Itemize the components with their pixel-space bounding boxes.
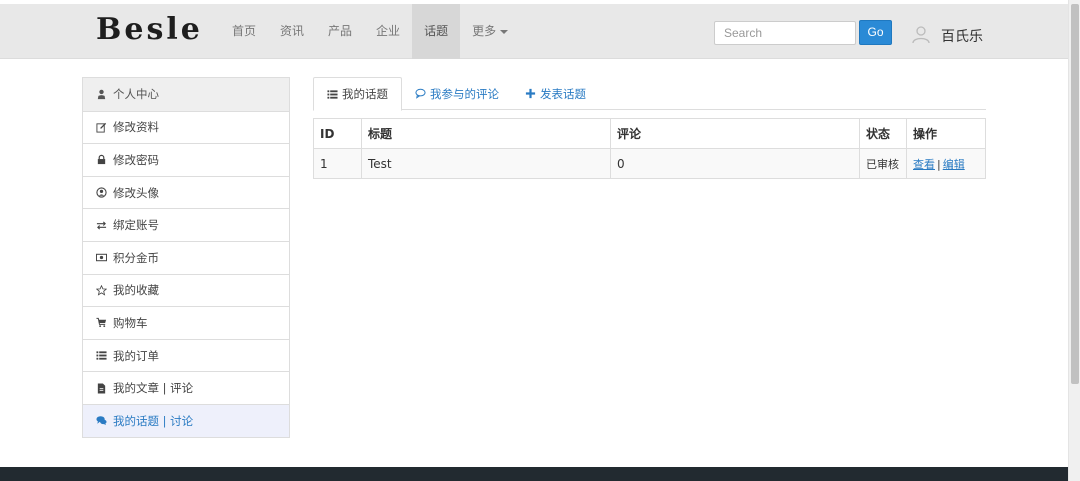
list-icon	[96, 350, 107, 361]
brand-logo[interactable]: Besle	[96, 12, 203, 47]
sidebar-item-edit-profile[interactable]: 修改资料	[83, 110, 289, 144]
nav-item-news[interactable]: 资讯	[268, 4, 316, 59]
sidebar-item-label: 购物车	[113, 315, 148, 330]
nav-item-more-label: 更多	[472, 24, 497, 38]
sidebar-item-bind-account[interactable]: 绑定账号	[83, 208, 289, 241]
edit-icon	[96, 122, 107, 133]
navbar: Besle 首页 资讯 产品 企业 话题 更多 Go 百氏乐	[0, 4, 1068, 59]
sidebar-item-topics[interactable]: 我的话题 | 讨论	[83, 403, 289, 437]
cell-id: 1	[313, 148, 362, 179]
sidebar-item-articles[interactable]: 我的文章 | 评论	[83, 371, 289, 404]
sidebar-item-label: 修改资料	[113, 120, 159, 135]
column-header-actions: 操作	[906, 118, 986, 149]
lock-icon	[96, 154, 107, 165]
sidebar-item-points[interactable]: 积分金币	[83, 240, 289, 274]
action-separator: |	[937, 157, 941, 171]
topic-tabs: 我的话题 我参与的评论 发表话题	[313, 77, 986, 111]
footer	[0, 467, 1068, 481]
tab-my-topics[interactable]: 我的话题	[313, 77, 402, 111]
table-header-row: ID 标题 评论 状态 操作	[313, 118, 986, 149]
main-nav: 首页 资讯 产品 企业 话题 更多	[220, 4, 520, 59]
list-icon	[327, 89, 338, 100]
sidebar-item-label: 我的文章 | 评论	[113, 381, 194, 396]
sidebar: 个人中心 修改资料 修改密码 修改头像 绑定账号 积分金币 我的收藏 购物车 我…	[82, 77, 290, 438]
nav-item-home[interactable]: 首页	[220, 4, 268, 59]
user-avatar-icon[interactable]	[911, 24, 931, 44]
scrollbar-thumb[interactable]	[1071, 4, 1079, 384]
column-header-status: 状态	[859, 118, 907, 149]
nav-item-enterprise[interactable]: 企业	[364, 4, 412, 59]
nav-item-more[interactable]: 更多	[460, 4, 520, 59]
tab-post-topic[interactable]: 发表话题	[512, 77, 599, 110]
sidebar-item-label: 个人中心	[113, 87, 159, 102]
sidebar-item-change-avatar[interactable]: 修改头像	[83, 175, 289, 209]
user-circle-icon	[96, 187, 107, 198]
cart-icon	[96, 317, 107, 328]
sidebar-item-label: 修改头像	[113, 185, 159, 200]
search-input[interactable]	[714, 21, 856, 45]
sidebar-item-label: 修改密码	[113, 152, 159, 167]
sidebar-item-label: 绑定账号	[113, 218, 159, 233]
sidebar-item-cart[interactable]: 购物车	[83, 306, 289, 339]
money-icon	[96, 252, 107, 263]
cell-title: Test	[361, 148, 611, 179]
sidebar-item-orders[interactable]: 我的订单	[83, 338, 289, 372]
exchange-icon	[96, 220, 107, 231]
plus-icon	[525, 88, 536, 99]
topics-table: ID 标题 评论 状态 操作 1 Test 0 已审核 查看 | 编辑	[313, 118, 986, 179]
sidebar-item-user-center: 个人中心	[83, 78, 289, 111]
comment-icon	[415, 88, 426, 99]
tab-label: 我的话题	[342, 87, 388, 101]
cell-actions: 查看 | 编辑	[906, 148, 986, 179]
user-name[interactable]: 百氏乐	[941, 26, 983, 46]
file-icon	[96, 383, 107, 394]
column-header-title: 标题	[361, 118, 611, 149]
sidebar-item-label: 我的话题 | 讨论	[113, 413, 194, 428]
comments-icon	[96, 415, 107, 426]
sidebar-item-label: 积分金币	[113, 250, 159, 265]
sidebar-item-label: 我的收藏	[113, 283, 159, 298]
table-row: 1 Test 0 已审核 查看 | 编辑	[313, 148, 986, 179]
edit-link[interactable]: 编辑	[943, 158, 965, 171]
sidebar-item-favorites[interactable]: 我的收藏	[83, 273, 289, 307]
cell-status: 已审核	[859, 148, 907, 179]
nav-item-topics[interactable]: 话题	[412, 4, 461, 59]
star-icon	[96, 284, 107, 296]
sidebar-item-change-password[interactable]: 修改密码	[83, 143, 289, 176]
view-link[interactable]: 查看	[913, 158, 935, 171]
nav-item-products[interactable]: 产品	[316, 4, 364, 59]
tab-label: 我参与的评论	[430, 86, 499, 101]
user-icon	[96, 89, 107, 100]
tab-label: 发表话题	[540, 86, 586, 101]
cell-comments: 0	[610, 148, 860, 179]
search-go-button[interactable]: Go	[859, 20, 892, 45]
caret-down-icon	[500, 29, 509, 34]
page-scrollbar[interactable]	[1068, 0, 1080, 481]
column-header-id: ID	[313, 118, 362, 149]
column-header-comments: 评论	[610, 118, 860, 149]
tab-my-comments[interactable]: 我参与的评论	[402, 77, 512, 110]
sidebar-item-label: 我的订单	[113, 348, 159, 363]
